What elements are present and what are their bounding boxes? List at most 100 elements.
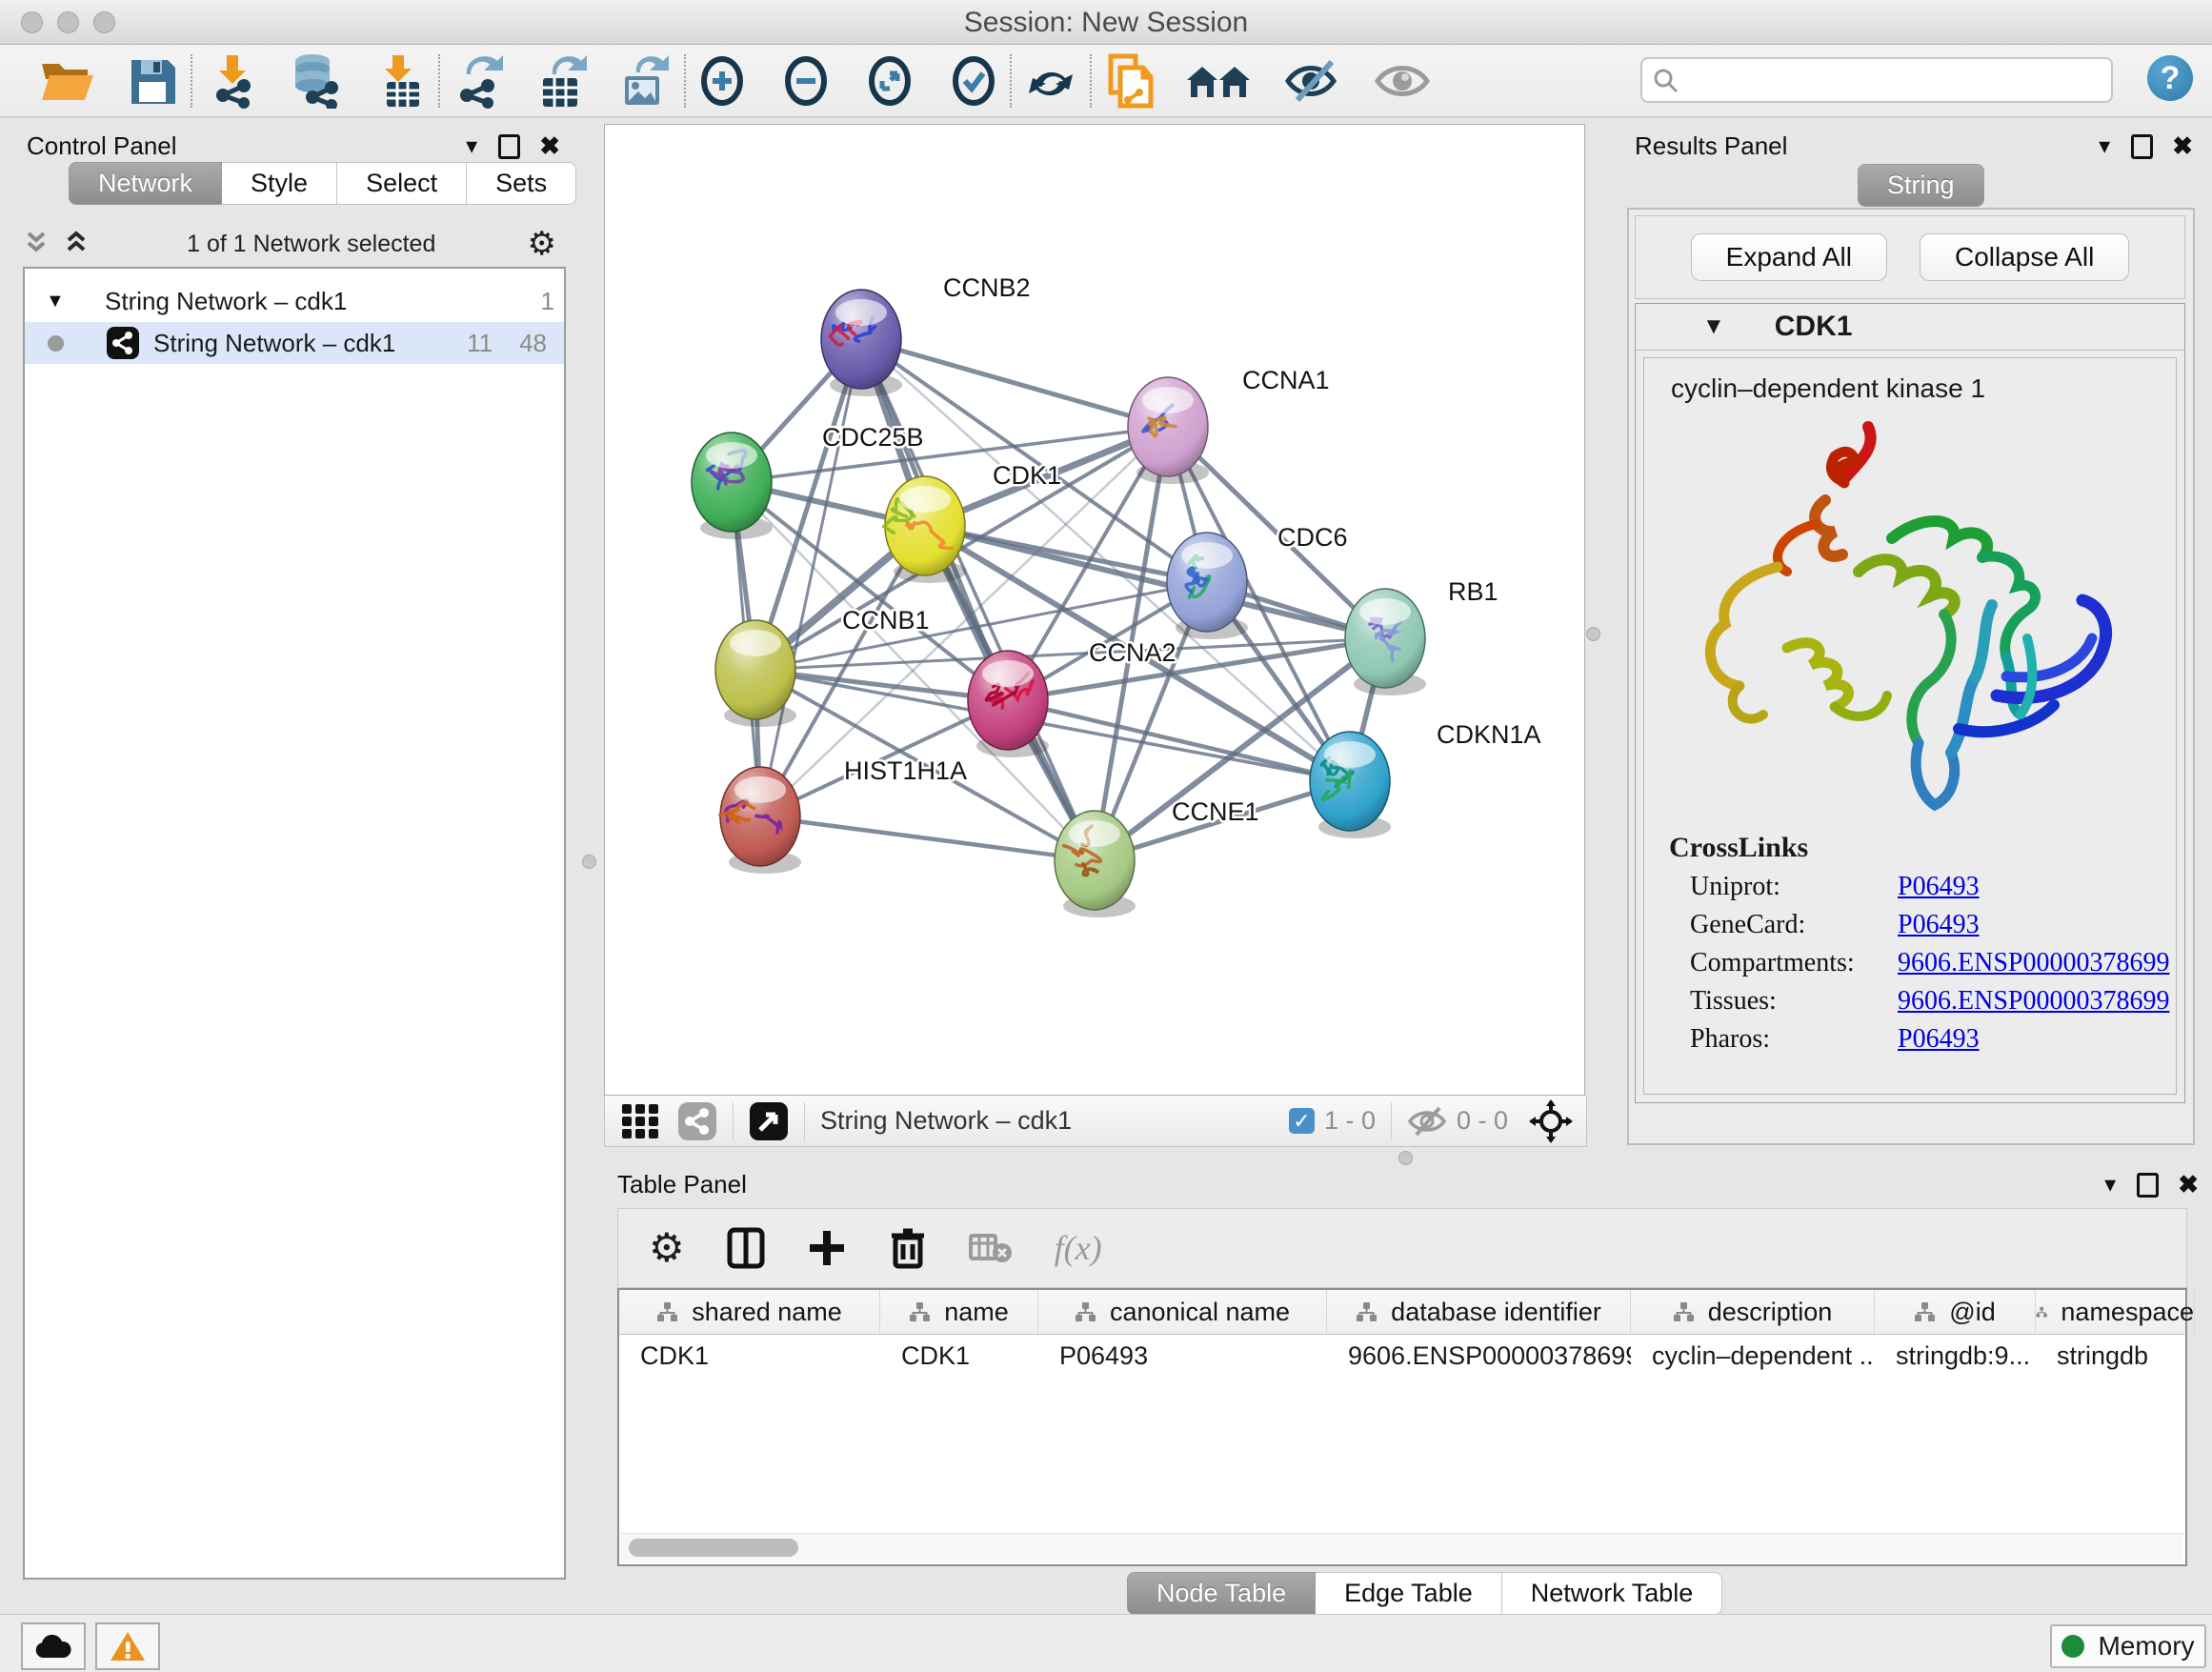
warning-icon — [110, 1630, 146, 1662]
clone-network-icon[interactable] — [1105, 53, 1156, 109]
column-header-namespace[interactable]: namespace — [2036, 1290, 2195, 1334]
column-header-canonical-name[interactable]: canonical name — [1038, 1290, 1327, 1334]
status-bar: Memory — [0, 1614, 2212, 1672]
show-all-icon[interactable] — [1374, 53, 1431, 109]
birds-eye-toggle-icon[interactable] — [1529, 1099, 1573, 1143]
edge-CCNB2-HIST1H1A[interactable] — [760, 339, 861, 816]
edge-CCNB2-CCNA1[interactable] — [861, 339, 1168, 427]
column-header-name[interactable]: name — [880, 1290, 1038, 1334]
detach-view-icon[interactable] — [749, 1101, 789, 1141]
panel-menu-icon[interactable]: ▾ — [466, 132, 477, 160]
network-options-gear-icon[interactable]: ⚙ — [528, 228, 556, 260]
crosslinks-list: Uniprot:P06493GeneCard:P06493Compartment… — [1644, 872, 2176, 1055]
right-splitter-handle[interactable] — [1586, 627, 1600, 641]
network-canvas[interactable]: CCNB2CCNA1CDC25BCDK1CDC6RB1CCNB1CCNA2CDK… — [604, 124, 1585, 1096]
collapse-all-icon[interactable] — [23, 230, 55, 258]
warnings-button[interactable] — [95, 1622, 160, 1670]
grid-view-icon[interactable] — [620, 1102, 662, 1140]
crosslink-link[interactable]: 9606.ENSP00000378699 — [1898, 948, 2169, 978]
search-input[interactable] — [1679, 62, 2111, 98]
gene-name: CDK1 — [1775, 311, 1853, 343]
crosslink-label: Compartments: — [1690, 948, 1898, 978]
node-RB1[interactable] — [1345, 589, 1426, 695]
node-CCNB2[interactable] — [821, 290, 902, 396]
panel-close-icon[interactable]: ✖ — [539, 131, 560, 161]
tree-expander-icon[interactable]: ▼ — [46, 291, 70, 312]
collapse-all-button[interactable]: Collapse All — [1920, 233, 2129, 281]
apply-layout-icon[interactable] — [1025, 53, 1076, 109]
panel-float-icon[interactable] — [2137, 1173, 2159, 1198]
open-file-icon[interactable] — [38, 53, 95, 109]
column-label: namespace — [2061, 1298, 2194, 1327]
node-HIST1H1A[interactable] — [720, 767, 801, 874]
column-header-shared-name[interactable]: shared name — [619, 1290, 880, 1334]
entry-collapse-icon[interactable]: ▼ — [1702, 313, 1725, 340]
crosslink-link[interactable]: 9606.ENSP00000378699 — [1898, 986, 2169, 1017]
panel-close-icon[interactable]: ✖ — [2178, 1170, 2199, 1199]
node-CCNB1[interactable] — [715, 620, 796, 727]
network-collection-row[interactable]: ▼ String Network – cdk1 1 — [25, 280, 564, 322]
scrollbar-thumb[interactable] — [629, 1539, 798, 1557]
hide-selected-icon[interactable] — [1284, 53, 1341, 109]
import-table-from-file-icon[interactable] — [373, 53, 425, 109]
table-cell: 9606.ENSP00000378699 — [1327, 1341, 1631, 1371]
tab-string[interactable]: String — [1858, 164, 1984, 207]
help-button[interactable]: ? — [2147, 55, 2193, 101]
tab-sets[interactable]: Sets — [467, 162, 576, 205]
panel-menu-icon[interactable]: ▾ — [2104, 1171, 2116, 1199]
column-label: @id — [1949, 1298, 1995, 1327]
expand-all-icon[interactable] — [63, 230, 95, 258]
column-header-description[interactable]: description — [1631, 1290, 1875, 1334]
left-splitter-handle[interactable] — [582, 855, 596, 869]
crosslink-link[interactable]: P06493 — [1898, 872, 1980, 902]
hidden-counts: 0 - 0 — [1457, 1106, 1508, 1136]
tab-edge-table[interactable]: Edge Table — [1316, 1572, 1502, 1615]
tab-network-table[interactable]: Network Table — [1502, 1572, 1723, 1615]
panel-float-icon[interactable] — [498, 134, 520, 159]
node-CCNA2[interactable] — [968, 651, 1049, 757]
table-options-gear-icon[interactable]: ⚙ — [649, 1228, 685, 1268]
tab-node-table[interactable]: Node Table — [1127, 1572, 1316, 1615]
panel-float-icon[interactable] — [2131, 134, 2153, 159]
selected-checkbox-icon[interactable]: ✓ — [1289, 1108, 1315, 1134]
memory-button[interactable]: Memory — [2050, 1624, 2206, 1668]
delete-column-icon[interactable] — [889, 1226, 927, 1270]
node-CDC25B[interactable] — [692, 433, 773, 539]
export-network-icon[interactable] — [453, 53, 507, 109]
zoom-in-icon[interactable] — [699, 53, 745, 109]
tab-style[interactable]: Style — [222, 162, 337, 205]
column-header-database-identifier[interactable]: database identifier — [1327, 1290, 1631, 1334]
zoom-fit-icon[interactable] — [867, 53, 913, 109]
export-table-icon[interactable] — [535, 53, 589, 109]
column-header-id[interactable]: @id — [1875, 1290, 2036, 1334]
export-image-icon[interactable] — [617, 53, 671, 109]
save-session-icon[interactable] — [128, 53, 177, 109]
cloud-status-button[interactable] — [21, 1622, 86, 1670]
import-network-from-database-icon[interactable] — [288, 53, 345, 109]
table-row[interactable]: CDK1CDK1P064939606.ENSP00000378699cyclin… — [619, 1335, 2185, 1377]
edge-CCNE1-HIST1H1A[interactable] — [760, 816, 1095, 860]
zoom-out-icon[interactable] — [783, 53, 829, 109]
node-CCNE1[interactable] — [1055, 811, 1136, 917]
node-CCNA1[interactable] — [1128, 377, 1209, 484]
network-row-selected[interactable]: String Network – cdk1 11 48 — [25, 322, 564, 364]
create-column-icon[interactable] — [807, 1228, 847, 1268]
crosslink-link[interactable]: P06493 — [1898, 1024, 1980, 1055]
node-CDC6[interactable] — [1167, 533, 1248, 639]
import-network-from-file-icon[interactable] — [206, 53, 259, 109]
node-CDK1[interactable] — [884, 476, 966, 583]
panel-close-icon[interactable]: ✖ — [2172, 131, 2193, 161]
column-label: name — [944, 1298, 1009, 1327]
show-columns-icon[interactable] — [727, 1227, 765, 1269]
tab-select[interactable]: Select — [337, 162, 467, 205]
home-networks-icon[interactable] — [1185, 53, 1252, 109]
panel-menu-icon[interactable]: ▾ — [2099, 132, 2110, 160]
zoom-selected-icon[interactable] — [951, 53, 996, 109]
horizontal-splitter-handle[interactable] — [1398, 1151, 1413, 1165]
tab-network[interactable]: Network — [69, 162, 222, 205]
node-CDKN1A[interactable] — [1310, 732, 1391, 838]
expand-all-button[interactable]: Expand All — [1691, 233, 1887, 281]
network-view-icon[interactable] — [677, 1101, 717, 1141]
crosslink-link[interactable]: P06493 — [1898, 910, 1980, 940]
control-panel: Control Panel ▾ ✖ NetworkStyleSelectSets… — [11, 124, 573, 1587]
